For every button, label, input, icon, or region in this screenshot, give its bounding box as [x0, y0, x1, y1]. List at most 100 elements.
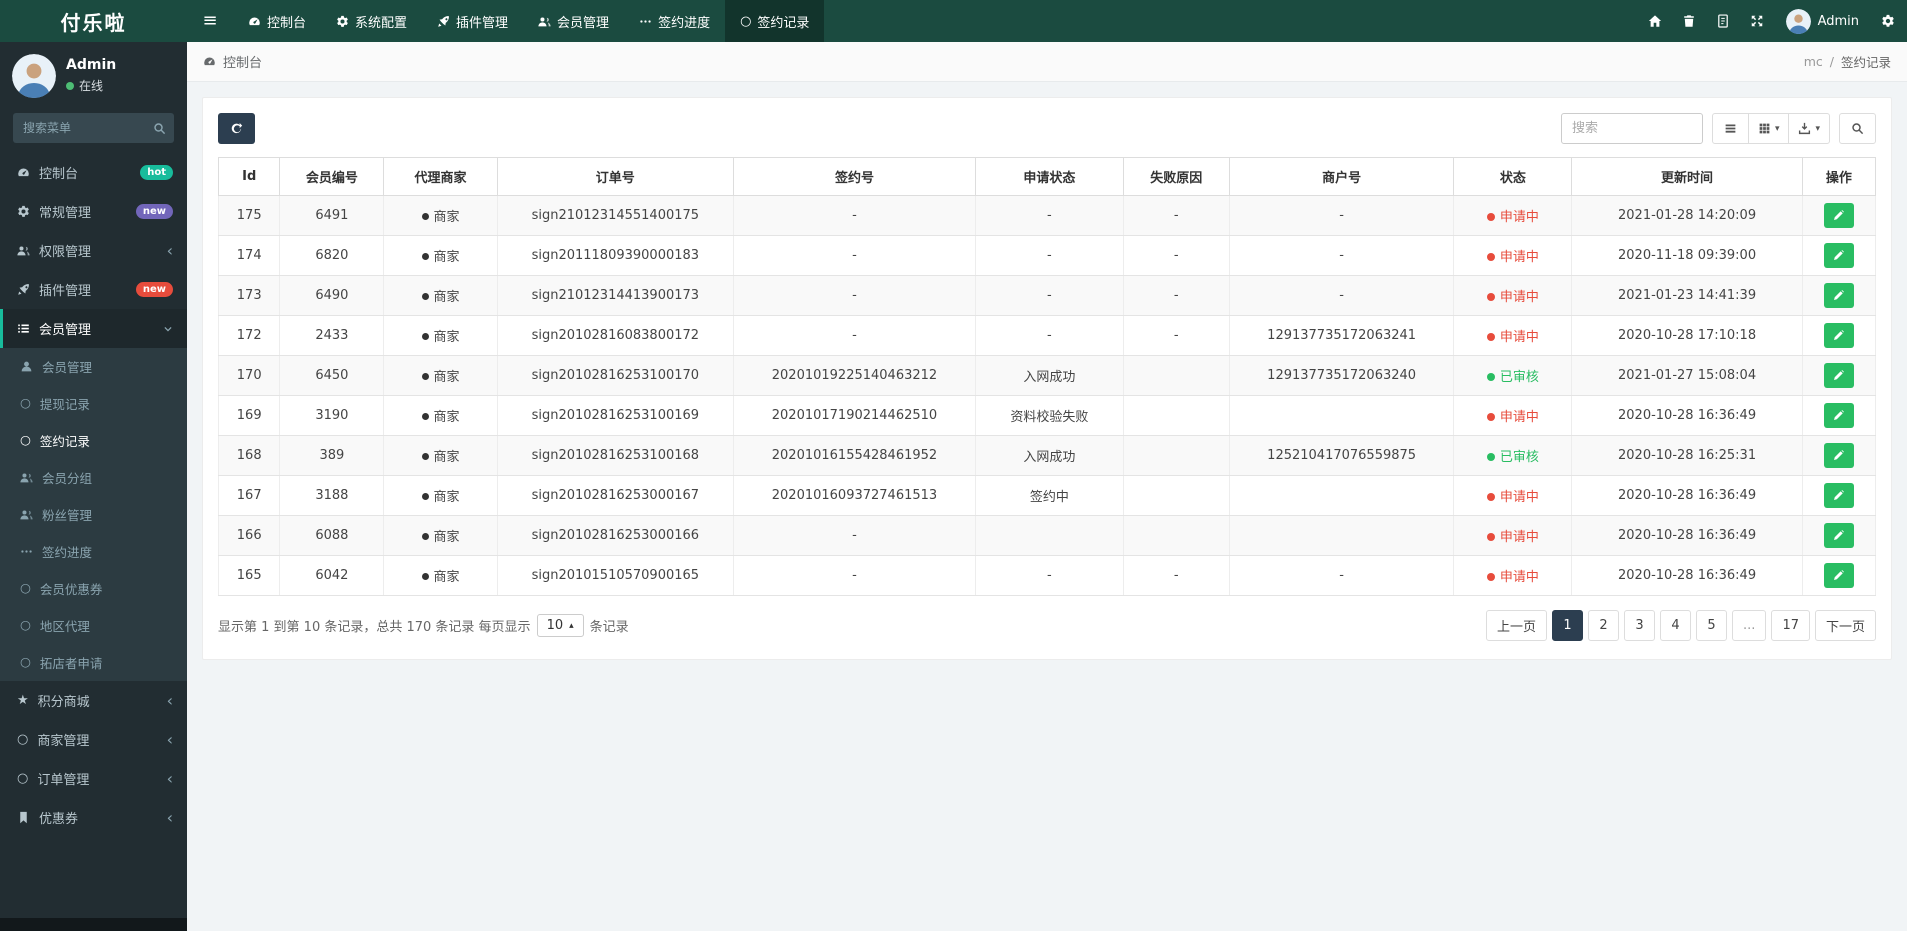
- records-table: Id 会员编号 代理商家 订单号 签约号 申请状态 失败原因 商户号 状态 更新时间 操作 175 6…: [217, 157, 1877, 596]
- sidebar-item-3[interactable]: 插件管理 new: [0, 270, 187, 309]
- column-header[interactable]: 失败原因: [1122, 157, 1230, 196]
- submenu-item-5[interactable]: 签约进度: [0, 533, 187, 570]
- column-header[interactable]: 申请状态: [975, 157, 1124, 196]
- sidebar-footer: [0, 918, 187, 931]
- submenu-item-8[interactable]: ○ 拓店者申请: [0, 644, 187, 681]
- toggle-view-button[interactable]: [1711, 113, 1749, 144]
- submenu-item-7[interactable]: ○ 地区代理: [0, 607, 187, 644]
- column-header[interactable]: 商户号: [1228, 157, 1455, 196]
- topnav-item-label: 会员管理: [557, 15, 610, 31]
- table-search-input[interactable]: [1560, 113, 1703, 144]
- export-icon: [1798, 122, 1811, 135]
- topnav-item-0[interactable]: 控制台: [233, 0, 321, 42]
- user-menu[interactable]: Admin: [1774, 0, 1871, 42]
- sidebar-search-input[interactable]: [13, 113, 144, 143]
- topnav-item-5[interactable]: ○ 签约记录: [725, 0, 825, 42]
- page-button-3[interactable]: 3: [1624, 610, 1656, 641]
- cell-order-no: sign20102816253100169: [496, 395, 734, 436]
- edit-button[interactable]: [1823, 283, 1854, 308]
- cell-apply-status: 入网成功: [975, 355, 1124, 396]
- topnav-item-4[interactable]: 签约进度: [624, 0, 725, 42]
- circle-icon: ○: [20, 617, 31, 633]
- user-name: Admin: [1817, 13, 1859, 29]
- column-header[interactable]: 代理商家: [383, 157, 498, 196]
- edit-button[interactable]: [1823, 243, 1854, 268]
- sidebar-item-5[interactable]: ★ 积分商城 ‹: [0, 681, 187, 720]
- sidebar-item-label: 常规管理: [39, 206, 92, 221]
- sidebar-toggle-button[interactable]: ≡: [187, 0, 233, 42]
- sidebar-item-1[interactable]: 常规管理 new: [0, 192, 187, 231]
- cell-status: 申请中: [1453, 275, 1573, 316]
- submenu-item-3[interactable]: 会员分组: [0, 459, 187, 496]
- page-button-4[interactable]: 4: [1660, 610, 1692, 641]
- refresh-button[interactable]: [218, 113, 255, 144]
- topnav-item-1[interactable]: 系统配置: [321, 0, 422, 42]
- column-header[interactable]: 签约号: [732, 157, 977, 196]
- submenu-item-6[interactable]: ○ 会员优惠券: [0, 570, 187, 607]
- home-button[interactable]: [1638, 0, 1672, 42]
- column-header[interactable]: 订单号: [496, 157, 734, 196]
- column-header[interactable]: 操作: [1801, 157, 1877, 196]
- edit-button[interactable]: [1823, 523, 1854, 548]
- submenu-item-1[interactable]: ○ 提现记录: [0, 385, 187, 422]
- column-header[interactable]: Id: [217, 157, 281, 196]
- file-button[interactable]: [1706, 0, 1740, 42]
- column-header[interactable]: 状态: [1453, 157, 1573, 196]
- cell-updated: 2020-10-28 16:25:31: [1571, 435, 1803, 476]
- star-icon: ★: [17, 693, 29, 708]
- edit-button[interactable]: [1823, 323, 1854, 348]
- page-button-上一页[interactable]: 上一页: [1486, 610, 1548, 641]
- sidebar-item-label: 控制台: [39, 167, 79, 182]
- page-button-下一页[interactable]: 下一页: [1814, 610, 1876, 641]
- export-button[interactable]: ▾: [1788, 113, 1830, 144]
- cell-apply-status: [975, 515, 1124, 556]
- status-badge: 申请中: [1486, 570, 1539, 585]
- topnav-item-2[interactable]: 插件管理: [422, 0, 523, 42]
- sidebar-item-label: 权限管理: [39, 245, 92, 260]
- file-icon: [1716, 14, 1730, 28]
- settings-gear-button[interactable]: [1871, 0, 1905, 42]
- edit-button[interactable]: [1823, 363, 1854, 388]
- breadcrumb-parent[interactable]: mc: [1804, 54, 1823, 69]
- columns-button[interactable]: ▾: [1747, 113, 1790, 144]
- trash-button[interactable]: [1672, 0, 1706, 42]
- page-button-17[interactable]: 17: [1771, 610, 1810, 641]
- sidebar-item-2[interactable]: 权限管理 ‹: [0, 231, 187, 270]
- sidebar-item-7[interactable]: ○ 订单管理 ‹: [0, 759, 187, 798]
- sidebar-item-6[interactable]: ○ 商家管理 ‹: [0, 720, 187, 759]
- page-size-select[interactable]: 10 ▴: [536, 614, 584, 637]
- sidebar-item-label: 会员管理: [39, 323, 92, 338]
- page-button-1[interactable]: 1: [1552, 610, 1584, 641]
- cell-status: 申请中: [1453, 195, 1573, 236]
- cell-id: 170: [217, 355, 281, 396]
- status-badge: 申请中: [1486, 410, 1539, 425]
- topnav-item-3[interactable]: 会员管理: [523, 0, 624, 42]
- edit-button[interactable]: [1823, 483, 1854, 508]
- submenu-item-4[interactable]: 粉丝管理: [0, 496, 187, 533]
- cell-apply-status: 签约中: [975, 475, 1124, 516]
- gear-icon: [336, 15, 349, 28]
- expand-button[interactable]: [1740, 0, 1774, 42]
- edit-button[interactable]: [1823, 203, 1854, 228]
- dashboard-icon: [17, 166, 30, 179]
- sidebar-item-8[interactable]: 优惠券 ‹: [0, 798, 187, 837]
- page-button-2[interactable]: 2: [1588, 610, 1620, 641]
- submenu-item-2[interactable]: ○ 签约记录: [0, 422, 187, 459]
- submenu-item-0[interactable]: 会员管理: [0, 348, 187, 385]
- search-button[interactable]: [1839, 113, 1876, 144]
- search-icon[interactable]: [144, 122, 174, 135]
- agent-dot: [421, 253, 429, 260]
- sidebar-item-0[interactable]: 控制台 hot: [0, 153, 187, 192]
- edit-button[interactable]: [1823, 403, 1854, 428]
- edit-button[interactable]: [1823, 563, 1854, 588]
- edit-button[interactable]: [1823, 443, 1854, 468]
- cell-id: 174: [217, 235, 281, 276]
- brand-logo[interactable]: 付乐啦: [0, 0, 187, 42]
- table-row: 166 6088 商家 sign20102816253000166- 申请中 2020-1…: [217, 515, 1877, 556]
- agent-dot: [421, 213, 429, 220]
- page-button-5[interactable]: 5: [1696, 610, 1728, 641]
- sidebar-item-4[interactable]: 会员管理: [0, 309, 187, 348]
- column-header[interactable]: 更新时间: [1571, 157, 1803, 196]
- agent-dot: [421, 293, 429, 300]
- column-header[interactable]: 会员编号: [279, 157, 385, 196]
